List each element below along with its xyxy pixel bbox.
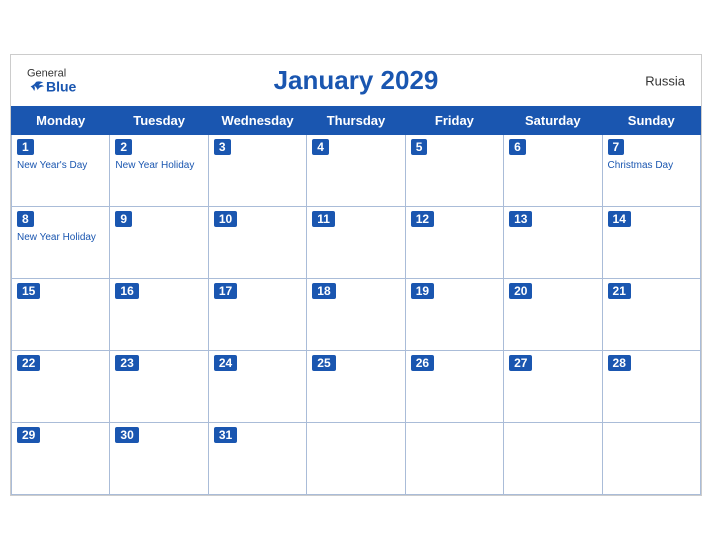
day-number: 1: [17, 139, 34, 155]
day-number: 23: [115, 355, 138, 371]
calendar-cell: 15: [12, 279, 110, 351]
holiday-label: New Year Holiday: [115, 159, 202, 172]
day-number: 10: [214, 211, 237, 227]
calendar-cell: 7 Christmas Day: [602, 135, 700, 207]
calendar-cell: 1 New Year's Day: [12, 135, 110, 207]
day-number: 2: [115, 139, 132, 155]
day-number: 27: [509, 355, 532, 371]
day-number: 9: [115, 211, 132, 227]
holiday-label: Christmas Day: [608, 159, 695, 172]
calendar-cell: 17: [208, 279, 306, 351]
holiday-label: New Year Holiday: [17, 231, 104, 244]
calendar-cell: 10: [208, 207, 306, 279]
header-wednesday: Wednesday: [208, 107, 306, 135]
day-number: 12: [411, 211, 434, 227]
calendar-cell: 24: [208, 351, 306, 423]
day-number: 21: [608, 283, 631, 299]
logo-blue-text: Blue: [27, 79, 76, 93]
calendar-cell: 22: [12, 351, 110, 423]
day-number: 22: [17, 355, 40, 371]
calendar-cell: 28: [602, 351, 700, 423]
calendar-week-row: 22 23 24 25 26 27 28: [12, 351, 701, 423]
day-number: 4: [312, 139, 329, 155]
day-number: 16: [115, 283, 138, 299]
calendar-cell: [602, 423, 700, 495]
calendar-cell: 26: [405, 351, 503, 423]
calendar-cell: 30: [110, 423, 208, 495]
day-number: 18: [312, 283, 335, 299]
calendar-cell: 14: [602, 207, 700, 279]
calendar-cell: 11: [307, 207, 405, 279]
calendar-cell: 8 New Year Holiday: [12, 207, 110, 279]
calendar-week-row: 29 30 31: [12, 423, 701, 495]
calendar-week-row: 8 New Year Holiday 9 10 11 12 13 14: [12, 207, 701, 279]
day-number: 25: [312, 355, 335, 371]
calendar-cell: 31: [208, 423, 306, 495]
day-number: 7: [608, 139, 625, 155]
calendar-cell: 20: [504, 279, 602, 351]
day-number: 6: [509, 139, 526, 155]
day-number: 31: [214, 427, 237, 443]
header-monday: Monday: [12, 107, 110, 135]
day-number: 19: [411, 283, 434, 299]
calendar-cell: 6: [504, 135, 602, 207]
day-number: 8: [17, 211, 34, 227]
calendar-cell: 21: [602, 279, 700, 351]
weekday-header-row: Monday Tuesday Wednesday Thursday Friday…: [12, 107, 701, 135]
calendar-cell: [307, 423, 405, 495]
header-thursday: Thursday: [307, 107, 405, 135]
calendar-cell: 18: [307, 279, 405, 351]
day-number: 30: [115, 427, 138, 443]
calendar-week-row: 15 16 17 18 19 20 21: [12, 279, 701, 351]
calendar-cell: 12: [405, 207, 503, 279]
calendar-title: January 2029: [274, 65, 439, 96]
day-number: 11: [312, 211, 335, 227]
holiday-label: New Year's Day: [17, 159, 104, 172]
calendar-container: General Blue January 2029 Russia Monday …: [10, 54, 702, 496]
header-sunday: Sunday: [602, 107, 700, 135]
calendar-cell: [504, 423, 602, 495]
day-number: 3: [214, 139, 231, 155]
logo: General Blue: [27, 68, 76, 93]
country-label: Russia: [645, 73, 685, 88]
calendar-cell: 5: [405, 135, 503, 207]
day-number: 29: [17, 427, 40, 443]
day-number: 5: [411, 139, 428, 155]
day-number: 14: [608, 211, 631, 227]
day-number: 15: [17, 283, 40, 299]
calendar-cell: 16: [110, 279, 208, 351]
header-saturday: Saturday: [504, 107, 602, 135]
calendar-cell: [405, 423, 503, 495]
calendar-table: Monday Tuesday Wednesday Thursday Friday…: [11, 106, 701, 495]
calendar-cell: 29: [12, 423, 110, 495]
calendar-cell: 27: [504, 351, 602, 423]
header-friday: Friday: [405, 107, 503, 135]
calendar-cell: 2 New Year Holiday: [110, 135, 208, 207]
calendar-header: General Blue January 2029 Russia: [11, 55, 701, 106]
header-tuesday: Tuesday: [110, 107, 208, 135]
logo-bird-icon: [27, 79, 45, 93]
day-number: 26: [411, 355, 434, 371]
calendar-cell: 3: [208, 135, 306, 207]
day-number: 13: [509, 211, 532, 227]
day-number: 17: [214, 283, 237, 299]
calendar-cell: 4: [307, 135, 405, 207]
day-number: 20: [509, 283, 532, 299]
day-number: 28: [608, 355, 631, 371]
calendar-cell: 13: [504, 207, 602, 279]
calendar-cell: 23: [110, 351, 208, 423]
calendar-week-row: 1 New Year's Day 2 New Year Holiday 3 4 5 6 7 Chr…: [12, 135, 701, 207]
day-number: 24: [214, 355, 237, 371]
calendar-cell: 19: [405, 279, 503, 351]
calendar-cell: 9: [110, 207, 208, 279]
calendar-cell: 25: [307, 351, 405, 423]
